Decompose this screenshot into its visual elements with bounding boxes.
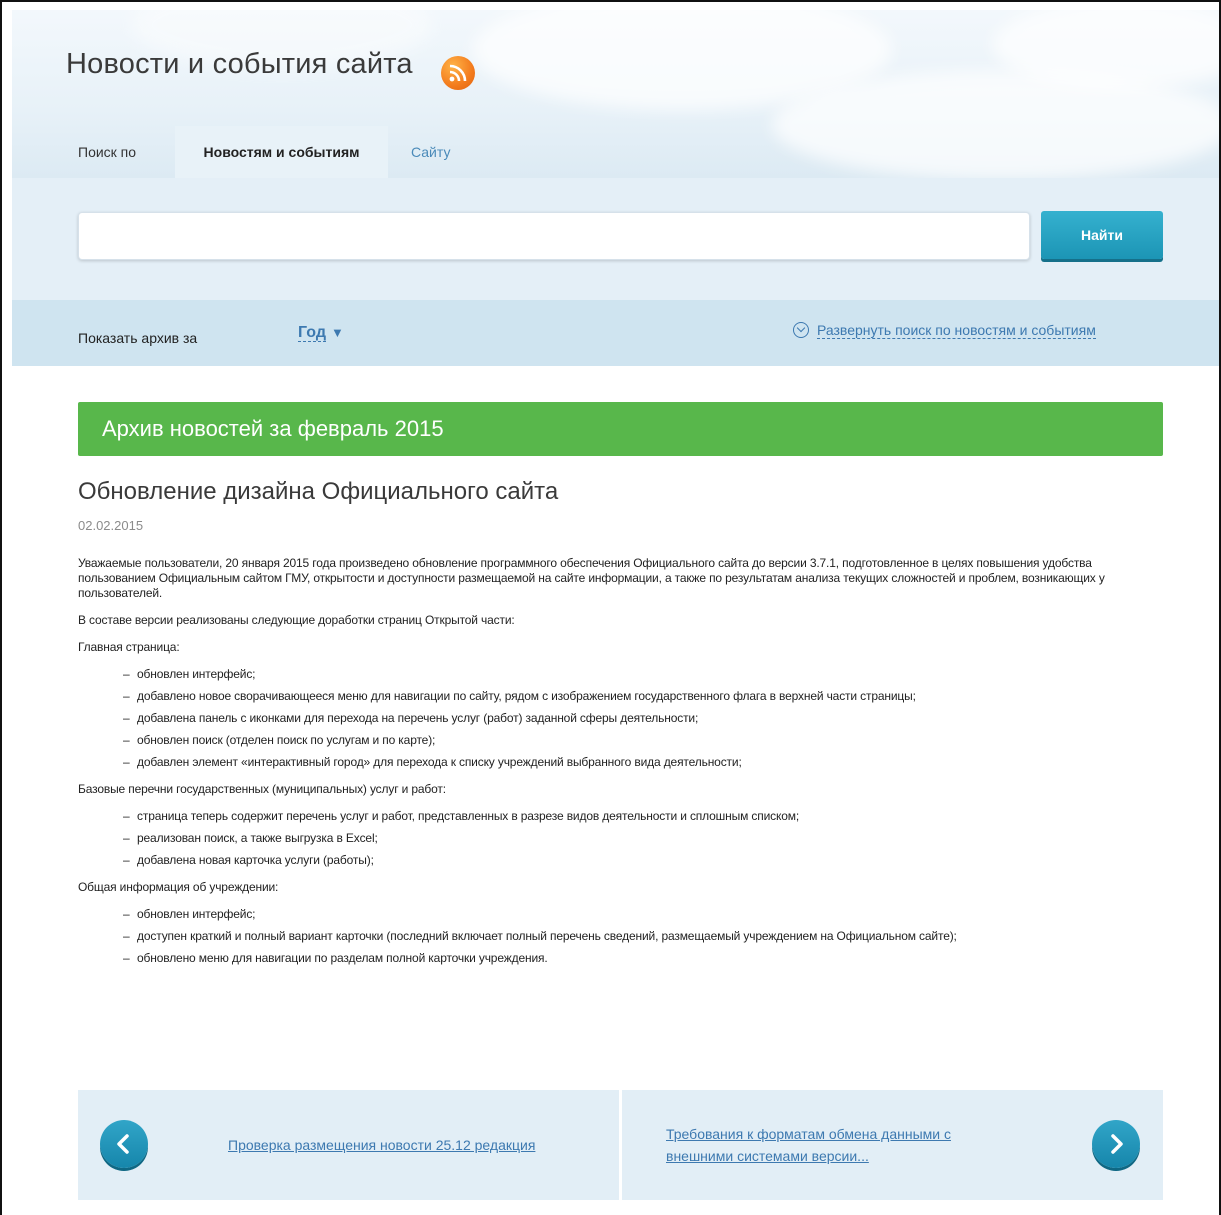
next-article-link[interactable]: Требования к форматам обмена данными с в…	[666, 1123, 951, 1167]
list-item: добавлено новое сворачивающееся меню для…	[123, 689, 1163, 704]
rss-icon[interactable]	[441, 56, 475, 90]
tab-news-events[interactable]: Новостям и событиям	[175, 126, 388, 178]
chevron-down-circle-icon	[793, 322, 809, 338]
period-dropdown[interactable]: Год ▼	[298, 324, 344, 342]
period-value: Год	[298, 324, 326, 342]
expand-search-link[interactable]: Развернуть поиск по новостям и событиям	[793, 322, 1096, 339]
list-item: обновлен поиск (отделен поиск по услугам…	[123, 733, 1163, 748]
list-item: обновлен интерфейс;	[123, 667, 1163, 682]
search-input[interactable]	[78, 212, 1030, 260]
search-button[interactable]: Найти	[1041, 211, 1163, 259]
list-item: реализован поиск, а также выгрузка в Exc…	[123, 831, 1163, 846]
section-heading: Главная страница:	[78, 640, 180, 654]
page-title: Новости и события сайта	[66, 48, 413, 80]
list-item: добавлен элемент «интерактивный город» д…	[123, 755, 1163, 770]
article-title: Обновление дизайна Официального сайта	[78, 478, 559, 505]
list-item: обновлено меню для навигации по разделам…	[123, 951, 1163, 966]
expand-search-label: Развернуть поиск по новостям и событиям	[817, 322, 1096, 339]
section-heading: Базовые перечни государственных (муницип…	[78, 782, 446, 796]
archive-filter-label: Показать архив за	[78, 330, 198, 346]
chevron-right-icon[interactable]	[1092, 1120, 1140, 1168]
list-item: страница теперь содержит перечень услуг …	[123, 809, 1163, 824]
prev-article-link[interactable]: Проверка размещения новости 25.12 редакц…	[228, 1134, 535, 1156]
tab-site[interactable]: Сайту	[411, 144, 450, 160]
next-article-title-line2: внешними системами версии...	[666, 1148, 869, 1164]
list-item: добавлена панель с иконками для перехода…	[123, 711, 1163, 726]
list-item: доступен краткий и полный вариант карточ…	[123, 929, 1163, 944]
search-scope-label: Поиск по	[78, 144, 137, 160]
section-list: обновлен интерфейс; добавлено новое свор…	[78, 667, 1163, 770]
section-heading: Общая информация об учреждении:	[78, 880, 279, 894]
article-versions-text: В составе версии реализованы следующие д…	[78, 613, 515, 627]
article-date: 02.02.2015	[78, 518, 144, 533]
section-list: страница теперь содержит перечень услуг …	[78, 809, 1163, 868]
dropdown-triangle-icon: ▼	[331, 325, 344, 340]
article-body: Уважаемые пользователи, 20 января 2015 г…	[78, 556, 1163, 978]
chevron-left-icon[interactable]	[100, 1120, 148, 1168]
archive-heading: Архив новостей за февраль 2015	[78, 402, 1163, 456]
article-intro: Уважаемые пользователи, 20 января 2015 г…	[78, 556, 1105, 600]
list-item: обновлен интерфейс;	[123, 907, 1163, 922]
next-article-title-line1: Требования к форматам обмена данными с	[666, 1126, 951, 1142]
list-item: добавлена новая карточка услуги (работы)…	[123, 853, 1163, 868]
section-list: обновлен интерфейс; доступен краткий и п…	[78, 907, 1163, 966]
